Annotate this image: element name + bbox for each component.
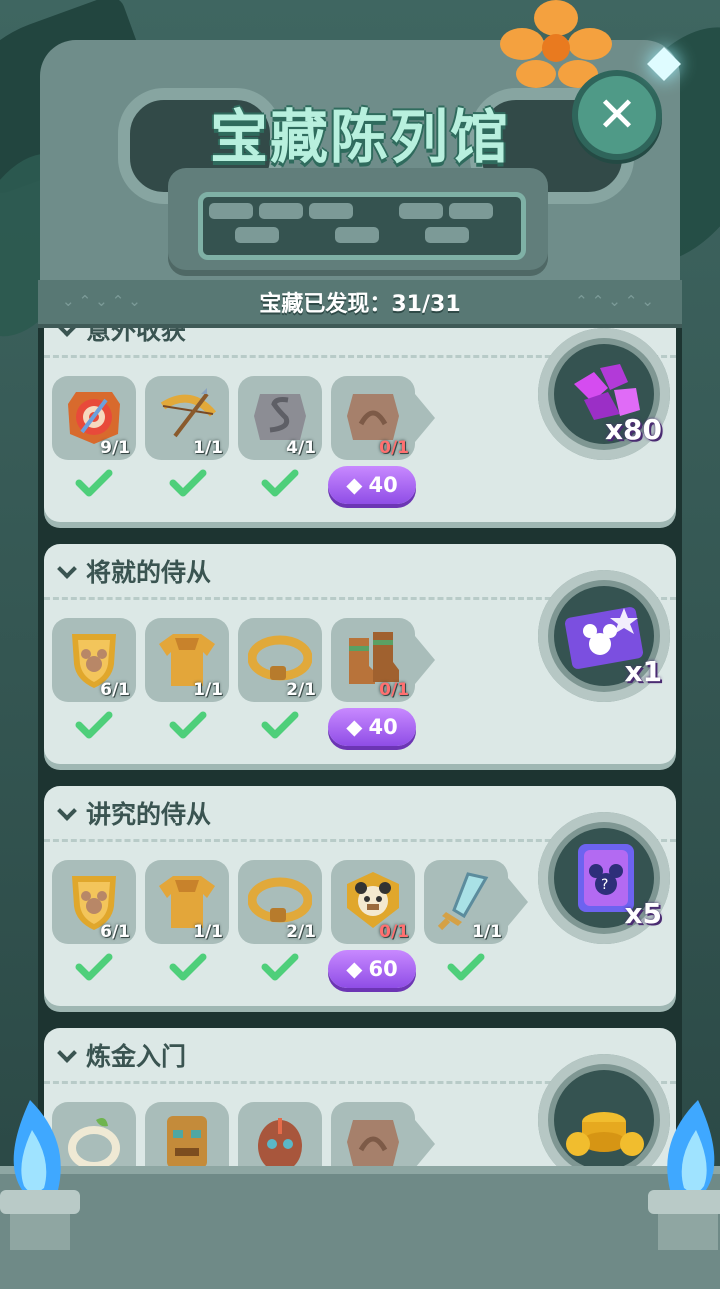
item-count: 1/1 xyxy=(193,680,223,700)
checkmark-icon xyxy=(75,711,113,739)
section-title: 讲究的侍从 xyxy=(86,799,212,829)
section-title: 将就的侍从 xyxy=(86,557,212,587)
checkmark-icon xyxy=(447,953,485,981)
treasure-slot[interactable]: 1/1 xyxy=(145,376,229,460)
checkmark-icon xyxy=(75,953,113,981)
collection-section: 讲究的侍从 6/1 1/1 2/1 0/1 ◆ 60 1/1 ? x5 xyxy=(44,786,676,1006)
collection-section: 将就的侍从 6/1 1/1 2/1 0/1 ◆ 40 x1 xyxy=(44,544,676,764)
gem-price: 40 xyxy=(368,715,398,739)
slot-arrow xyxy=(415,636,435,684)
stone-plaque xyxy=(168,168,548,276)
item-count: 2/1 xyxy=(286,680,316,700)
checkmark-icon xyxy=(261,469,299,497)
item-count: 1/1 xyxy=(193,438,223,458)
treasure-slot[interactable]: 1/1 xyxy=(145,860,229,944)
reward-quantity: x5 xyxy=(624,897,662,930)
gem-icon: ◆ xyxy=(346,473,363,497)
chevron-down-icon xyxy=(58,804,76,822)
close-icon: ✕ xyxy=(596,87,638,143)
reward-quantity: x80 xyxy=(604,413,662,446)
item-count: 9/1 xyxy=(100,438,130,458)
treasure-slot[interactable]: 9/1 xyxy=(52,376,136,460)
treasure-slot[interactable]: 1/1 xyxy=(424,860,508,944)
checkmark-icon xyxy=(169,711,207,739)
section-reward[interactable]: ? x5 xyxy=(538,812,670,944)
checkmark-icon xyxy=(169,953,207,981)
checkmark-icon xyxy=(261,953,299,981)
item-count: 0/1 xyxy=(379,680,409,700)
decor-chevrons: ⌄⌃⌄⌃⌄ xyxy=(62,292,145,310)
slot-arrow xyxy=(415,394,435,442)
gem-icon: ◆ xyxy=(346,957,363,981)
item-count: 0/1 xyxy=(379,438,409,458)
item-count: 6/1 xyxy=(100,922,130,942)
item-count: 2/1 xyxy=(286,922,316,942)
treasure-slot[interactable]: 0/1 xyxy=(331,860,415,944)
item-count: 0/1 xyxy=(379,922,409,942)
checkmark-icon xyxy=(169,469,207,497)
treasure-slot[interactable]: 0/1 xyxy=(331,376,415,460)
close-button[interactable]: ✕ xyxy=(572,70,662,160)
checkmark-icon xyxy=(75,469,113,497)
chevron-down-icon xyxy=(58,1046,76,1064)
discovered-counter-bar: ⌄⌃⌄⌃⌄ 宝藏已发现：31/31 ⌃⌃⌄⌃⌄ xyxy=(38,280,682,328)
chevron-down-icon xyxy=(58,562,76,580)
gem-price: 60 xyxy=(368,957,398,981)
blue-flame-torch-icon xyxy=(0,1100,80,1250)
section-title: 炼金入门 xyxy=(86,1041,187,1071)
discovered-counter: 宝藏已发现：31/31 xyxy=(259,292,461,317)
collection-section: 意外收获 9/1 1/1 4/1 0/1 ◆ 40 x80 xyxy=(44,302,676,522)
item-count: 1/1 xyxy=(193,922,223,942)
treasure-slot[interactable]: 0/1 xyxy=(331,618,415,702)
stone-tablet-icon xyxy=(347,1120,399,1166)
treasure-slot[interactable]: 4/1 xyxy=(238,376,322,460)
item-count: 4/1 xyxy=(286,438,316,458)
blue-flame-torch-icon xyxy=(648,1100,720,1250)
treasure-slot[interactable]: 1/1 xyxy=(145,618,229,702)
treasure-slot[interactable]: 6/1 xyxy=(52,860,136,944)
tribal-mask-icon xyxy=(258,1118,302,1172)
item-count: 6/1 xyxy=(100,680,130,700)
treasure-slot[interactable]: 6/1 xyxy=(52,618,136,702)
stone-base xyxy=(0,1166,720,1289)
slot-arrow xyxy=(415,1120,435,1168)
svg-text:?: ? xyxy=(601,877,608,893)
item-count: 1/1 xyxy=(472,922,502,942)
slot-arrow xyxy=(508,878,528,926)
page-title: 宝藏陈列馆 xyxy=(209,103,510,171)
gem-icon: ◆ xyxy=(346,715,363,739)
treasure-slot[interactable]: 2/1 xyxy=(238,860,322,944)
checkmark-icon xyxy=(261,711,299,739)
buy-with-gems-button[interactable]: ◆ 60 xyxy=(328,950,416,988)
gem-price: 40 xyxy=(368,473,398,497)
buy-with-gems-button[interactable]: ◆ 40 xyxy=(328,708,416,746)
buy-with-gems-button[interactable]: ◆ 40 xyxy=(328,466,416,504)
section-reward[interactable]: x80 xyxy=(538,328,670,460)
tiki-mask-icon xyxy=(167,1116,207,1168)
treasure-slot[interactable]: 2/1 xyxy=(238,618,322,702)
section-reward[interactable]: x1 xyxy=(538,570,670,702)
decor-chevrons: ⌃⌃⌄⌃⌄ xyxy=(575,292,658,310)
reward-quantity: x1 xyxy=(624,655,662,688)
